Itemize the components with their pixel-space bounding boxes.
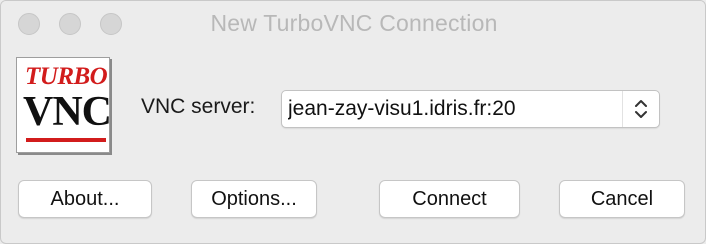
vnc-server-input[interactable] [288,97,618,121]
connect-button[interactable]: Connect [379,180,520,218]
logo-vnc-text: VNC [23,89,112,135]
logo-turbo-text: TURBO [25,63,108,90]
dialog-window: New TurboVNC Connection TURBO VNC VNC se… [0,0,706,244]
cancel-button[interactable]: Cancel [559,180,685,218]
title-bar: New TurboVNC Connection [1,1,705,47]
about-button[interactable]: About... [18,180,152,218]
combo-separator [622,91,623,127]
vnc-server-label: VNC server: [141,95,256,118]
turbovnc-logo: TURBO VNC [16,57,112,153]
window-title: New TurboVNC Connection [210,10,498,36]
logo-underline [26,138,106,142]
vnc-server-combobox[interactable] [281,90,660,128]
options-button[interactable]: Options... [191,180,317,218]
chevron-up-down-icon[interactable] [626,96,656,122]
